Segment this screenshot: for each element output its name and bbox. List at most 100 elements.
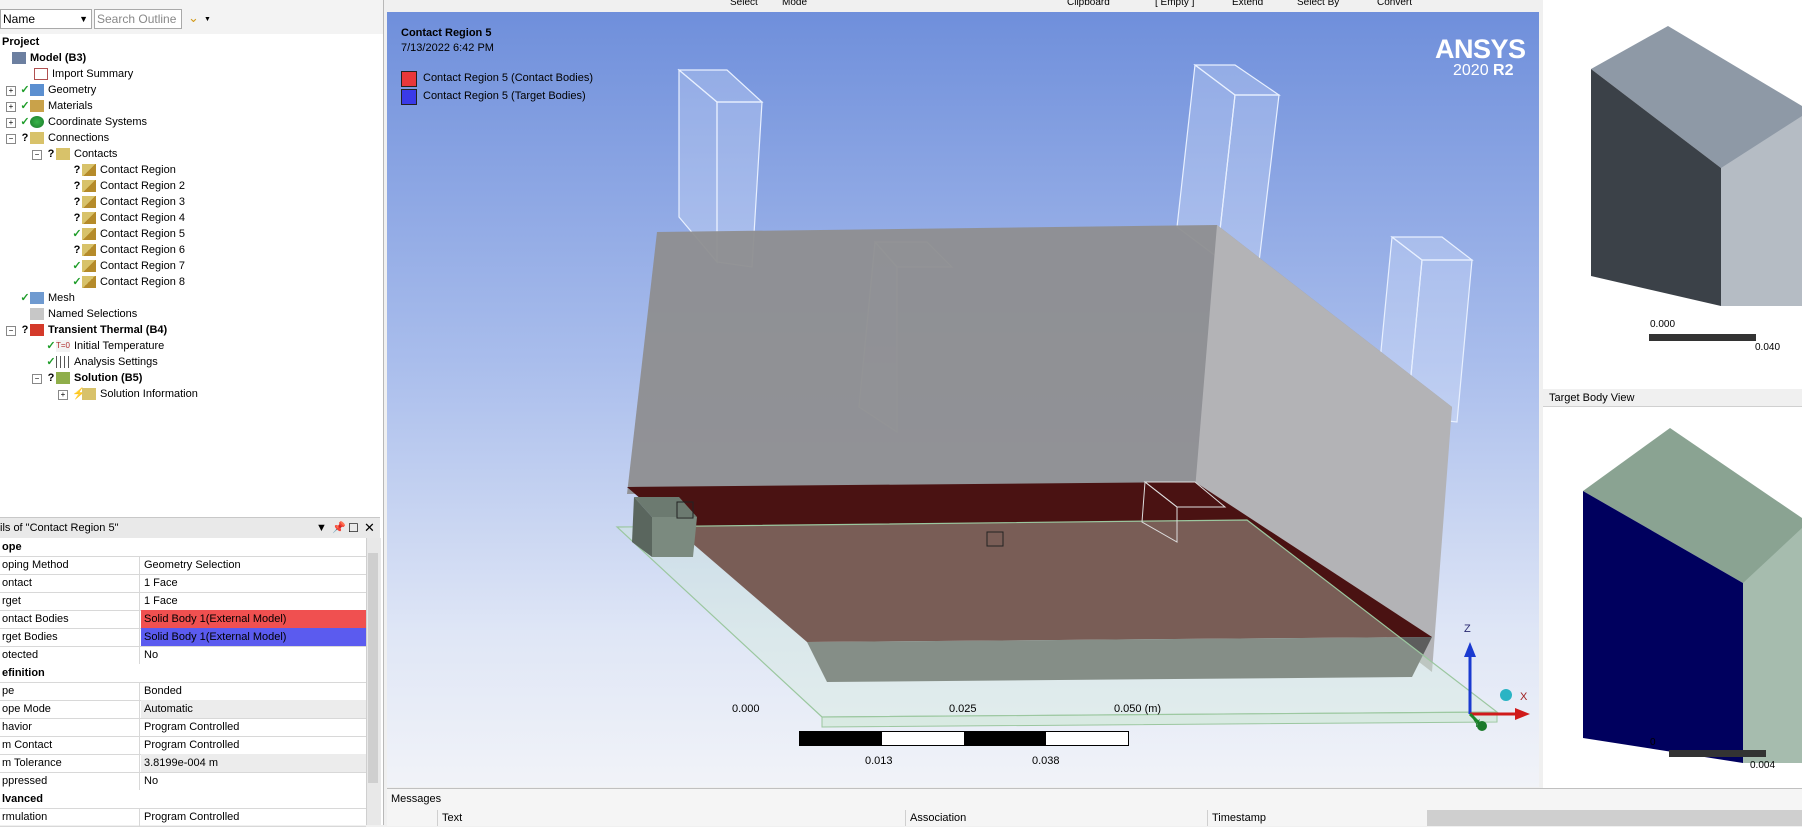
tree-contact-region-7[interactable]: ✓ Contact Region 7 bbox=[72, 258, 185, 274]
details-value[interactable]: 1 Face bbox=[141, 592, 366, 610]
details-row[interactable]: havior Program Controlled bbox=[0, 718, 366, 737]
iso-ball[interactable] bbox=[1500, 689, 1512, 701]
close-icon[interactable]: ✕ bbox=[364, 518, 375, 538]
toolbar-clipboard[interactable]: Clipboard bbox=[1067, 0, 1110, 8]
details-value[interactable]: No bbox=[141, 646, 366, 664]
details-key: ope bbox=[2, 541, 22, 553]
contact-body-view[interactable]: 0.000 0.040 bbox=[1543, 6, 1802, 387]
details-section-header[interactable]: ope bbox=[0, 538, 366, 557]
messages-col-timestamp[interactable]: Timestamp bbox=[1207, 810, 1427, 826]
graphics-viewport[interactable]: Contact Region 5 7/13/2022 6:42 PM Conta… bbox=[387, 12, 1539, 787]
tree-import-summary[interactable]: Import Summary bbox=[34, 66, 133, 82]
details-row[interactable]: ppressed No bbox=[0, 772, 366, 791]
status-ok-icon: ✓ bbox=[72, 228, 82, 241]
collapse-transient-thermal-icon[interactable]: − bbox=[6, 326, 16, 336]
name-filter-combo[interactable]: Name ▼ bbox=[0, 9, 92, 29]
tree-solution-information[interactable]: ⚡ Solution Information bbox=[72, 386, 198, 402]
tree-initial-temperature[interactable]: ✓T=0 Initial Temperature bbox=[46, 338, 164, 354]
contact-region-icon bbox=[82, 244, 96, 257]
tree-named-selections[interactable]: Named Selections bbox=[30, 306, 137, 322]
details-row[interactable]: m Contact Program Controlled bbox=[0, 736, 366, 755]
tree-contacts[interactable]: ? Contacts bbox=[46, 146, 117, 162]
tree-label: Connections bbox=[48, 132, 110, 144]
details-key: lvanced bbox=[2, 793, 43, 805]
tree-contact-region-6[interactable]: ? Contact Region 6 bbox=[72, 242, 185, 258]
tree-coordinate-systems[interactable]: ✓ Coordinate Systems bbox=[20, 114, 147, 130]
details-scrollbar-thumb[interactable] bbox=[368, 553, 378, 783]
details-value[interactable]: 1 Face bbox=[141, 574, 366, 592]
details-row[interactable]: ope Mode Automatic bbox=[0, 700, 366, 719]
toolbar-extend[interactable]: Extend bbox=[1232, 0, 1263, 8]
details-row[interactable]: m Tolerance 3.8199e-004 m bbox=[0, 754, 366, 773]
solution-icon bbox=[56, 372, 70, 385]
materials-icon bbox=[30, 100, 44, 113]
details-value[interactable]: Program Controlled bbox=[141, 736, 366, 754]
tree-transient-thermal[interactable]: ? Transient Thermal (B4) bbox=[20, 322, 167, 338]
tree-label: Contact Region 8 bbox=[100, 276, 185, 288]
details-section-header[interactable]: lvanced bbox=[0, 790, 366, 809]
expand-solution-information-icon[interactable]: + bbox=[58, 390, 68, 400]
expand-geometry-icon[interactable]: + bbox=[6, 86, 16, 96]
tree-label: Import Summary bbox=[52, 68, 134, 80]
details-value[interactable]: Solid Body 1(External Model) bbox=[141, 628, 366, 646]
filter-toggle-icon[interactable]: ⌄ bbox=[188, 10, 199, 26]
tree-analysis-settings[interactable]: ✓ Analysis Settings bbox=[46, 354, 158, 370]
collapse-contacts-icon[interactable]: − bbox=[32, 150, 42, 160]
tree-contact-region-8[interactable]: ✓ Contact Region 8 bbox=[72, 274, 185, 290]
details-value[interactable]: Bonded bbox=[141, 682, 366, 700]
filter-dropdown-icon[interactable]: ▼ bbox=[204, 16, 211, 23]
toolbar-select-by[interactable]: Select By bbox=[1297, 0, 1339, 8]
details-row[interactable]: ontact 1 Face bbox=[0, 574, 366, 593]
expand-materials-icon[interactable]: + bbox=[6, 102, 16, 112]
details-value[interactable]: Program Controlled bbox=[141, 808, 366, 826]
tree-contact-region-3[interactable]: ? Contact Region 3 bbox=[72, 194, 185, 210]
maximize-icon[interactable]: ☐ bbox=[348, 518, 359, 538]
pin-icon[interactable]: 📌 bbox=[332, 518, 346, 538]
details-row[interactable]: rget 1 Face bbox=[0, 592, 366, 611]
tree-label: Materials bbox=[48, 100, 93, 112]
tree-contact-region-5[interactable]: ✓ Contact Region 5 bbox=[72, 226, 185, 242]
messages-scroll[interactable] bbox=[1427, 810, 1802, 826]
tree-label: Named Selections bbox=[48, 308, 138, 320]
initial-temperature-icon: T=0 bbox=[56, 340, 71, 353]
axis-triad[interactable] bbox=[1437, 622, 1537, 732]
toolbar-select[interactable]: Select bbox=[730, 0, 758, 8]
details-titlebar: ils of "Contact Region 5" ▼ 📌 ☐ ✕ bbox=[0, 517, 380, 538]
tree-project[interactable]: Project bbox=[0, 34, 39, 50]
details-value[interactable]: No bbox=[141, 772, 366, 790]
status-ok-icon: ✓ bbox=[46, 340, 56, 353]
messages-col-association[interactable]: Association bbox=[905, 810, 1207, 826]
search-outline-input[interactable]: Search Outline bbox=[94, 9, 182, 29]
details-section-header[interactable]: efinition bbox=[0, 664, 366, 683]
tree-contact-region-4[interactable]: ? Contact Region 4 bbox=[72, 210, 185, 226]
tree-solution[interactable]: ? Solution (B5) bbox=[46, 370, 142, 386]
collapse-connections-icon[interactable]: − bbox=[6, 134, 16, 144]
messages-col-text[interactable]: Text bbox=[437, 810, 905, 826]
details-row[interactable]: oping Method Geometry Selection bbox=[0, 556, 366, 575]
target-body-view[interactable]: 0 0.004 bbox=[1543, 408, 1802, 790]
details-value[interactable]: Geometry Selection bbox=[141, 556, 366, 574]
details-row[interactable]: rmulation Program Controlled bbox=[0, 808, 366, 827]
details-row[interactable]: rget Bodies Solid Body 1(External Model) bbox=[0, 628, 366, 647]
contact-region-icon bbox=[82, 180, 96, 193]
details-row[interactable]: ontact Bodies Solid Body 1(External Model… bbox=[0, 610, 366, 629]
details-value[interactable]: Automatic bbox=[141, 700, 366, 718]
details-value[interactable]: 3.8199e-004 m bbox=[141, 754, 366, 772]
tree-mesh[interactable]: ✓ Mesh bbox=[20, 290, 75, 306]
details-value[interactable]: Program Controlled bbox=[141, 718, 366, 736]
tree-materials[interactable]: ✓ Materials bbox=[20, 98, 93, 114]
details-value[interactable]: Solid Body 1(External Model) bbox=[141, 610, 366, 628]
toolbar-empty[interactable]: [ Empty ] bbox=[1155, 0, 1194, 8]
dropdown-icon[interactable]: ▼ bbox=[316, 518, 327, 538]
tree-contact-region-1[interactable]: ? Contact Region bbox=[72, 162, 176, 178]
tree-connections[interactable]: ? Connections bbox=[20, 130, 109, 146]
details-row[interactable]: pe Bonded bbox=[0, 682, 366, 701]
tree-geometry[interactable]: ✓ Geometry bbox=[20, 82, 96, 98]
collapse-solution-icon[interactable]: − bbox=[32, 374, 42, 384]
toolbar-convert[interactable]: Convert bbox=[1377, 0, 1412, 8]
toolbar-mode[interactable]: Mode bbox=[782, 0, 807, 8]
tree-model[interactable]: Model (B3) bbox=[12, 50, 86, 66]
tree-contact-region-2[interactable]: ? Contact Region 2 bbox=[72, 178, 185, 194]
expand-coordinate-systems-icon[interactable]: + bbox=[6, 118, 16, 128]
details-row[interactable]: otected No bbox=[0, 646, 366, 665]
